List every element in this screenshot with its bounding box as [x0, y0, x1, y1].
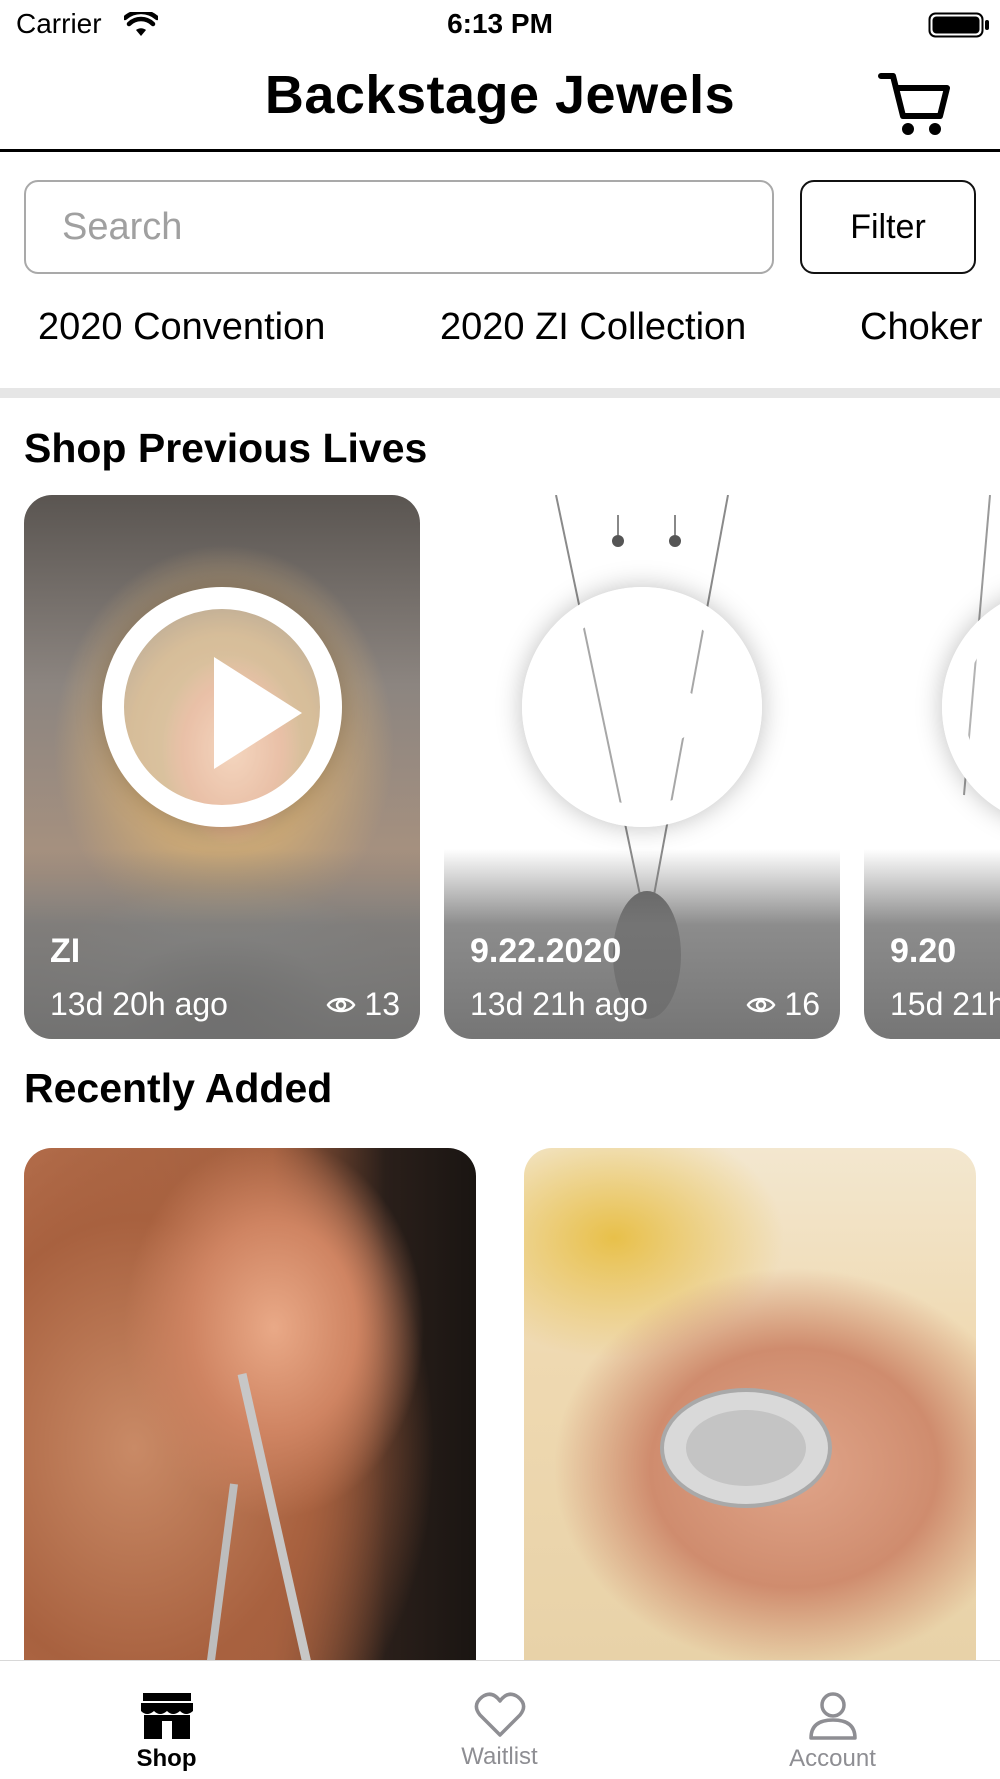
tab-label: Waitlist [461, 1743, 538, 1770]
eye-icon [746, 997, 776, 1012]
view-count-value: 13 [364, 986, 400, 1022]
search-field[interactable] [24, 180, 774, 274]
view-count: 13 [326, 986, 400, 1023]
app-title: Backstage Jewels [264, 65, 736, 125]
category-2020-zi-collection[interactable]: 2020 ZI Collection [440, 306, 746, 349]
category-2020-convention[interactable]: 2020 Convention [38, 306, 325, 349]
filter-button[interactable]: Filter [800, 180, 976, 274]
section-divider [0, 388, 1000, 398]
category-choker[interactable]: Choker [860, 306, 983, 349]
filter-button-label: Filter [850, 207, 926, 246]
heart-icon [474, 1692, 525, 1737]
play-button[interactable] [522, 587, 762, 827]
live-time: 13d 21h ago [470, 986, 648, 1022]
battery-icon [928, 12, 989, 38]
cart-icon[interactable] [878, 70, 950, 138]
tab-label: Account [789, 1745, 876, 1772]
play-button[interactable] [102, 587, 342, 827]
live-title: 9.22.2020 [470, 932, 622, 970]
product-card-earrings[interactable] [24, 1148, 476, 1668]
live-card-zi[interactable]: ZI 13d 20h ago 13 [24, 495, 420, 1039]
tab-account[interactable]: Account [666, 1661, 999, 1779]
section-title-recently-added: Recently Added [24, 1065, 333, 1111]
live-time: 15d 21h [890, 986, 1000, 1022]
view-count-value: 16 [784, 986, 820, 1022]
earring-bars [206, 1373, 313, 1668]
person-icon [808, 1692, 857, 1740]
tab-waitlist[interactable]: Waitlist [333, 1661, 666, 1779]
status-bar: Carrier 6:13 PM [0, 0, 1000, 52]
live-card-9-22-2020[interactable]: 9.22.2020 13d 21h ago 16 [444, 495, 840, 1039]
eye-icon [326, 997, 356, 1012]
live-card-9-20[interactable]: 9.20 15d 21h [864, 495, 1000, 1039]
store-icon [140, 1693, 193, 1739]
view-count: 16 [746, 986, 820, 1023]
live-title: 9.20 [890, 932, 957, 970]
ring-image [660, 1388, 832, 1508]
tab-shop[interactable]: Shop [0, 1661, 333, 1779]
nav-header: Backstage Jewels [0, 52, 1000, 152]
tab-label: Shop [136, 1745, 197, 1772]
live-time: 13d 20h ago [50, 986, 228, 1022]
live-title: ZI [50, 932, 81, 970]
search-input[interactable] [26, 182, 772, 272]
live-card-clip: 9.20 15d 21h [864, 495, 1000, 1039]
section-title-previous-lives: Shop Previous Lives [24, 425, 428, 471]
product-card-ring[interactable] [524, 1148, 976, 1668]
tab-bar: Shop Waitlist Account [0, 1660, 1000, 1778]
clock: 6:13 PM [447, 8, 553, 39]
